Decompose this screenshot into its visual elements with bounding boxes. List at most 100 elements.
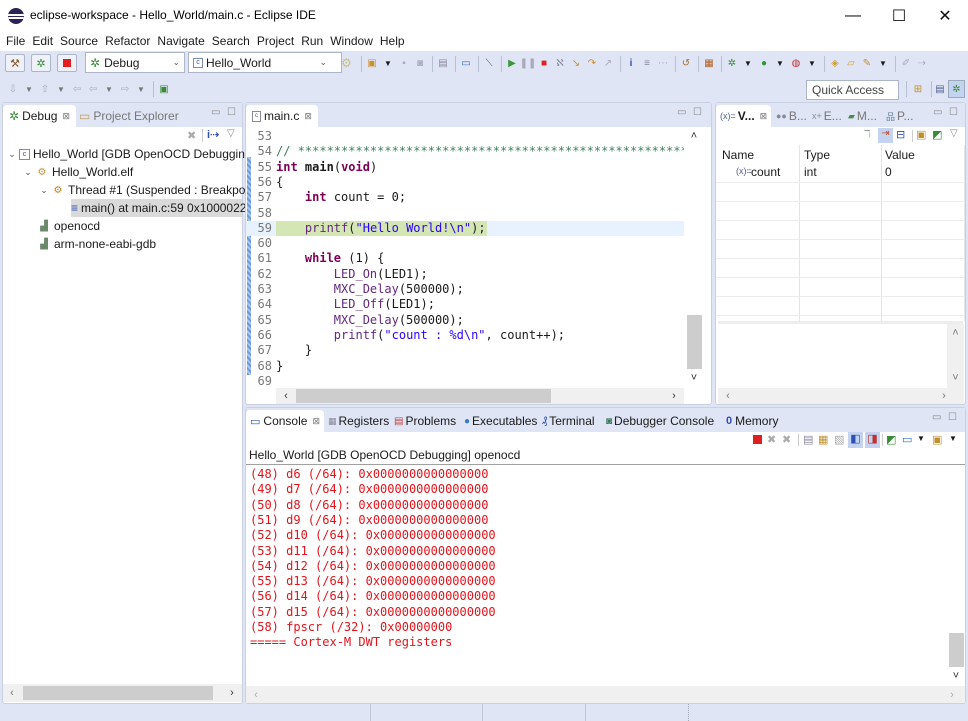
terminate-button[interactable] bbox=[57, 54, 77, 72]
open-folder-icon[interactable]: ▱ bbox=[844, 57, 858, 71]
tree-item-launch[interactable]: ⌄ c Hello_World [GDB OpenOCD Debugging] bbox=[5, 145, 255, 163]
tab-debugger-console[interactable]: ◙ Debugger Console bbox=[602, 410, 718, 432]
tab-project-explorer[interactable]: ▭ Project Explorer bbox=[75, 105, 183, 127]
code-line[interactable]: 60 bbox=[246, 236, 684, 251]
horizontal-scrollbar[interactable]: ‹ › bbox=[276, 388, 684, 404]
tree-item-elf[interactable]: ⌄ ⚙ Hello_World.elf bbox=[21, 163, 133, 181]
clear-console-icon[interactable]: ▤ bbox=[803, 433, 813, 446]
scroll-down-icon[interactable]: ˅ bbox=[947, 371, 964, 385]
code-line-current[interactable]: 59 printf("Hello World!\n"); bbox=[246, 220, 684, 237]
scroll-right-icon[interactable]: › bbox=[668, 388, 680, 404]
minimize-view-icon[interactable]: ▭ bbox=[677, 107, 686, 118]
vertical-scrollbar[interactable]: ˅ bbox=[947, 465, 965, 687]
terminate-icon[interactable] bbox=[753, 435, 762, 444]
resume-icon[interactable]: ▶ bbox=[505, 57, 519, 71]
build-button[interactable]: ⚒ bbox=[5, 54, 25, 72]
maximize-view-icon[interactable]: ☐ bbox=[227, 107, 236, 118]
scroll-right-icon[interactable]: › bbox=[938, 388, 950, 404]
tree-item-openocd[interactable]: ▟ openocd bbox=[37, 217, 100, 235]
line-number[interactable]: 64 bbox=[246, 297, 276, 312]
menu-source[interactable]: Source bbox=[60, 34, 98, 48]
show-console-stderr-icon[interactable]: ◨ bbox=[865, 432, 880, 448]
open-type-icon[interactable]: ◈ bbox=[828, 57, 842, 71]
code-line[interactable]: 67 } bbox=[246, 343, 684, 358]
code-area[interactable]: 53 54// *********************************… bbox=[246, 127, 684, 390]
quick-access-input[interactable]: Quick Access bbox=[806, 80, 899, 100]
dropdown-arrow-icon[interactable]: ▼ bbox=[949, 434, 957, 443]
code-line[interactable]: 56{ bbox=[246, 175, 684, 190]
search-tool-icon[interactable]: ✎ bbox=[860, 57, 874, 71]
pin-console-icon[interactable]: ◩ bbox=[886, 433, 896, 446]
menu-project[interactable]: Project bbox=[257, 34, 294, 48]
tab-expressions[interactable]: x+ E... bbox=[808, 105, 846, 127]
code-line[interactable]: 57 int count = 0; bbox=[246, 190, 684, 205]
view-menu-icon[interactable]: ▽ bbox=[950, 128, 958, 139]
dropdown-arrow-icon[interactable]: ▼ bbox=[54, 82, 68, 96]
line-number[interactable]: 59 bbox=[246, 221, 276, 236]
disconnect-icon[interactable]: ℵ bbox=[553, 57, 567, 71]
pin-icon[interactable]: ◩ bbox=[932, 128, 942, 141]
line-number[interactable]: 53 bbox=[246, 129, 276, 144]
launch-config-gear-icon[interactable]: ⚙ bbox=[341, 56, 352, 70]
line-number[interactable]: 65 bbox=[246, 313, 276, 328]
next-annotation-icon[interactable]: ⇩ bbox=[6, 82, 20, 96]
remove-launch-icon[interactable]: ✖ bbox=[767, 433, 776, 446]
scroll-up-icon[interactable]: ˄ bbox=[685, 129, 703, 143]
line-number[interactable]: 61 bbox=[246, 251, 276, 266]
scroll-left-icon[interactable]: ‹ bbox=[280, 388, 292, 404]
tab-problems[interactable]: ▤ Problems bbox=[390, 410, 460, 432]
last-edit-icon[interactable]: ⇦ bbox=[70, 82, 84, 96]
line-number[interactable]: 69 bbox=[246, 374, 276, 389]
launch-config-select[interactable]: c Hello_World ⌄ bbox=[188, 52, 342, 73]
line-number[interactable]: 55 bbox=[246, 160, 276, 175]
collapse-all-icon[interactable]: ⊟ bbox=[896, 128, 905, 141]
horizontal-scrollbar[interactable]: ‹ › bbox=[718, 388, 964, 404]
detail-pane[interactable] bbox=[718, 324, 947, 388]
restart-icon[interactable]: ↺ bbox=[679, 57, 693, 71]
chevron-down-icon[interactable]: ⌄ bbox=[21, 167, 35, 178]
code-line[interactable]: 55 int main(void) bbox=[246, 160, 684, 175]
tab-peripherals[interactable]: 品 P... bbox=[882, 105, 917, 127]
console-output[interactable]: (48) d6 (/64): 0x0000000000000000 (49) d7… bbox=[246, 465, 947, 687]
new-view-icon[interactable]: ▣ bbox=[916, 128, 926, 141]
scroll-thumb[interactable] bbox=[949, 633, 964, 667]
launch-mode-select[interactable]: ✲ Debug ⌄ bbox=[85, 52, 185, 73]
close-tab-icon[interactable]: ⊠ bbox=[304, 111, 312, 122]
minimize-view-icon[interactable]: ▭ bbox=[932, 412, 941, 423]
scroll-lock-icon[interactable]: ▦ bbox=[818, 433, 828, 446]
scroll-down-icon[interactable]: ˅ bbox=[685, 371, 703, 385]
show-logical-structure-icon[interactable]: ⇥ bbox=[878, 128, 893, 143]
debug-button[interactable]: ✲ bbox=[31, 54, 51, 72]
scroll-right-icon[interactable]: › bbox=[225, 684, 239, 702]
maximize-view-icon[interactable]: ☐ bbox=[693, 107, 702, 118]
code-line[interactable]: 58 bbox=[246, 206, 684, 221]
dropdown-arrow-icon[interactable]: ▼ bbox=[805, 57, 819, 71]
tab-modules[interactable]: ▰ M... bbox=[844, 105, 881, 127]
step-filters-icon[interactable]: ⋯ bbox=[656, 57, 670, 71]
code-line[interactable]: 66 printf("count : %d\n", count++); bbox=[246, 328, 684, 343]
column-header-name[interactable]: Name bbox=[722, 148, 754, 162]
line-number[interactable]: 60 bbox=[246, 236, 276, 251]
prev-annotation-icon[interactable]: ⇧ bbox=[38, 82, 52, 96]
open-console-icon[interactable]: ▣ bbox=[932, 433, 942, 446]
code-line[interactable]: 53 bbox=[246, 129, 684, 144]
pen-icon[interactable]: ✐ bbox=[899, 57, 913, 71]
menu-file[interactable]: File bbox=[6, 34, 25, 48]
dropdown-arrow-icon[interactable]: ▼ bbox=[102, 82, 116, 96]
tab-memory[interactable]: 0 Memory bbox=[722, 410, 782, 432]
tree-item-gdb[interactable]: ▟ arm-none-eabi-gdb bbox=[37, 235, 156, 253]
run-icon[interactable]: ● bbox=[757, 57, 771, 71]
code-line[interactable]: 68} bbox=[246, 359, 684, 374]
line-number[interactable]: 54 bbox=[246, 144, 276, 159]
column-header-type[interactable]: Type bbox=[804, 148, 830, 162]
horizontal-scrollbar[interactable]: ‹ › bbox=[246, 686, 965, 703]
chevron-down-icon[interactable]: ⌄ bbox=[5, 149, 19, 160]
code-line[interactable]: 61 while (1) { bbox=[246, 251, 684, 266]
menu-edit[interactable]: Edit bbox=[32, 34, 53, 48]
skip-breakpoints-icon[interactable]: ⟍ bbox=[482, 57, 496, 71]
back-icon[interactable]: ⇦ bbox=[86, 82, 100, 96]
menu-navigate[interactable]: Navigate bbox=[157, 34, 204, 48]
pin-editor-icon[interactable]: ▣ bbox=[157, 82, 171, 96]
word-wrap-icon[interactable]: ▧ bbox=[834, 433, 844, 446]
vertical-scrollbar[interactable]: ˄ ˅ bbox=[685, 127, 703, 390]
